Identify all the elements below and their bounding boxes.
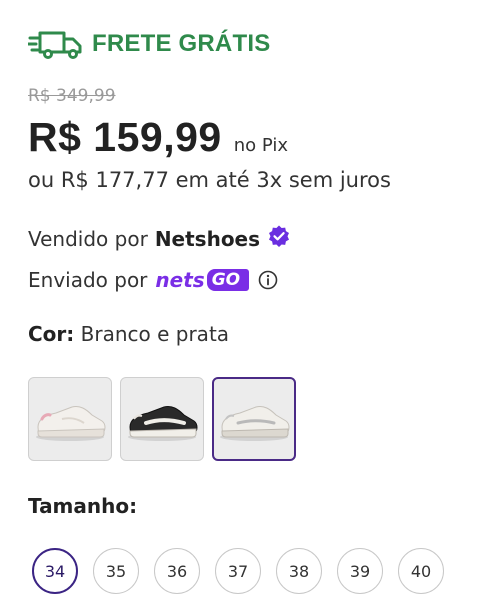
shipped-by-prefix: Enviado por: [28, 268, 148, 292]
size-option-36[interactable]: 36: [154, 548, 200, 594]
color-swatch-white-pink[interactable]: [28, 377, 112, 461]
color-swatch-white-silver[interactable]: [212, 377, 296, 461]
color-swatches: [28, 377, 296, 461]
pix-label: no Pix: [233, 135, 288, 156]
size-label: Tamanho:: [28, 494, 138, 518]
color-selection-label: Cor: Branco e prata: [28, 322, 229, 346]
color-label: Cor:: [28, 322, 75, 346]
free-shipping-label: FRETE GRÁTIS: [92, 30, 271, 57]
size-options: 34 35 36 37 38 39 40: [32, 548, 444, 594]
size-option-35[interactable]: 35: [93, 548, 139, 594]
current-price: R$ 159,99: [28, 114, 222, 160]
shipped-by-info: Enviado por nets GO: [28, 268, 279, 292]
seller-prefix: Vendido por: [28, 226, 148, 251]
color-swatch-black-white[interactable]: [120, 377, 204, 461]
netsgo-logo-text: nets: [155, 268, 205, 292]
sneaker-white-pink-image: [36, 406, 106, 441]
verified-badge-icon: [267, 224, 291, 253]
size-option-34[interactable]: 34: [32, 548, 78, 594]
sneaker-white-silver-image: [220, 406, 290, 441]
size-option-37[interactable]: 37: [215, 548, 261, 594]
installments-text: ou R$ 177,77 em até 3x sem juros: [28, 168, 391, 192]
sneaker-black-white-image: [128, 406, 198, 441]
original-price: R$ 349,99: [28, 86, 116, 106]
netsgo-logo-go: GO: [206, 269, 250, 291]
free-shipping-banner: FRETE GRÁTIS: [28, 28, 270, 60]
size-option-39[interactable]: 39: [337, 548, 383, 594]
info-icon[interactable]: [257, 269, 279, 291]
seller-name: Netshoes: [154, 226, 261, 251]
price-row: R$ 159,99 no Pix: [28, 114, 288, 161]
size-option-40[interactable]: 40: [398, 548, 444, 594]
size-option-38[interactable]: 38: [276, 548, 322, 594]
truck-icon: [28, 28, 84, 60]
color-value: Branco e prata: [80, 322, 230, 346]
netsgo-logo: nets GO: [155, 268, 250, 292]
seller-info: Vendido por Netshoes: [28, 224, 291, 253]
